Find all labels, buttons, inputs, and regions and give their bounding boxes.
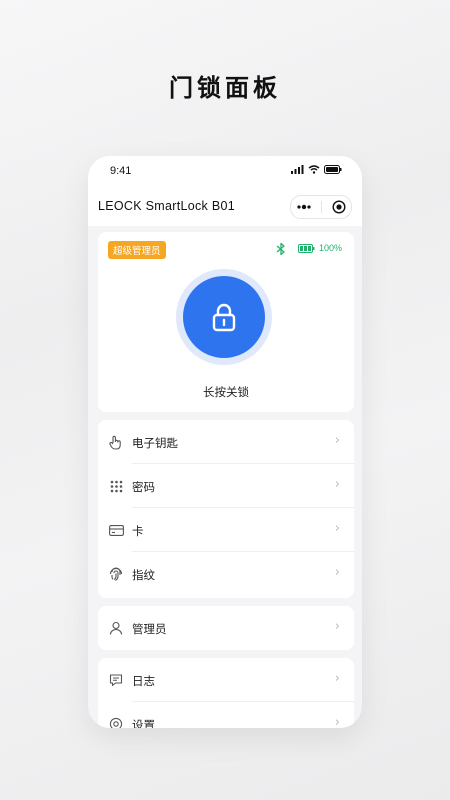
status-bar: 9:41 xyxy=(88,156,362,188)
lock-panel-card: 超级管理员 100% 长按关锁 xyxy=(98,232,354,412)
lock-button-ring xyxy=(176,269,272,365)
chevron-right-icon: › xyxy=(334,565,340,580)
nav-bar: LEOCK SmartLock B01 xyxy=(88,188,362,226)
mini-program-capsule xyxy=(290,195,352,219)
menu-item-settings[interactable]: 设置 › xyxy=(98,702,354,728)
status-time: 9:41 xyxy=(110,165,132,177)
role-badge: 超级管理员 xyxy=(108,241,166,259)
system-menu: 日志 › 设置 › xyxy=(98,658,354,728)
chevron-right-icon: › xyxy=(334,433,340,448)
bluetooth-icon xyxy=(276,242,285,256)
menu-item-label: 卡 xyxy=(132,524,144,538)
more-icon[interactable] xyxy=(296,204,312,210)
hand-pointer-icon xyxy=(108,434,124,450)
menu-item-ekey[interactable]: 电子钥匙 › xyxy=(98,420,354,464)
lock-hint-label: 长按关锁 xyxy=(203,385,249,399)
menu-item-label: 设置 xyxy=(132,718,155,728)
lock-icon xyxy=(212,303,236,332)
user-icon xyxy=(108,620,124,636)
chevron-right-icon: › xyxy=(334,715,340,728)
menu-item-label: 指纹 xyxy=(132,568,155,582)
credentials-menu: 电子钥匙 › 密码 › 卡 › 指纹 › xyxy=(98,420,354,598)
battery-status-icon xyxy=(324,165,342,174)
menu-item-password[interactable]: 密码 › xyxy=(98,464,354,508)
settings-icon xyxy=(108,716,124,728)
keypad-icon xyxy=(108,478,124,494)
message-icon xyxy=(108,672,124,688)
admin-menu: 管理员 › xyxy=(98,606,354,650)
menu-item-card[interactable]: 卡 › xyxy=(98,508,354,552)
menu-item-fingerprint[interactable]: 指纹 › xyxy=(98,552,354,596)
menu-item-label: 电子钥匙 xyxy=(132,436,178,450)
menu-item-log[interactable]: 日志 › xyxy=(98,658,354,702)
wifi-icon xyxy=(308,165,320,174)
signal-icon xyxy=(291,165,304,174)
battery-level: 100% xyxy=(319,243,343,253)
menu-item-label: 日志 xyxy=(132,674,155,688)
chevron-right-icon: › xyxy=(334,477,340,492)
chevron-right-icon: › xyxy=(334,619,340,634)
nav-title: LEOCK SmartLock B01 xyxy=(98,199,236,213)
fingerprint-icon xyxy=(108,566,124,582)
phone-frame: 9:41 LEOCK SmartLock B01 超级管理员 100% 长按关锁… xyxy=(88,156,362,728)
chevron-right-icon: › xyxy=(334,671,340,686)
menu-item-label: 管理员 xyxy=(132,622,167,636)
battery-icon xyxy=(298,243,315,253)
page-headline: 门锁面板 xyxy=(169,74,281,102)
close-target-icon[interactable] xyxy=(332,200,346,214)
card-icon xyxy=(108,522,124,538)
lock-button[interactable] xyxy=(183,276,265,358)
menu-item-admin[interactable]: 管理员 › xyxy=(98,606,354,650)
chevron-right-icon: › xyxy=(334,521,340,536)
menu-item-label: 密码 xyxy=(132,480,155,494)
